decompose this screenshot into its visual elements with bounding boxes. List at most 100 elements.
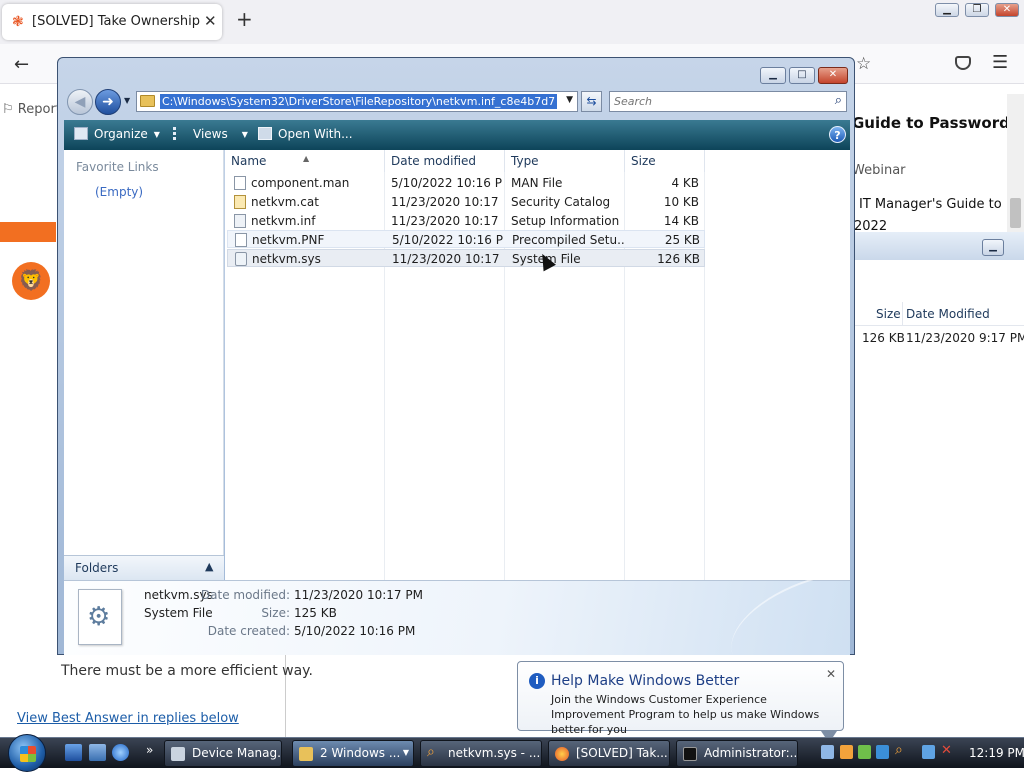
help-icon[interactable]: ? [829, 126, 846, 143]
organize-button[interactable]: Organize ▼ [74, 127, 160, 141]
switch-windows-icon[interactable] [89, 744, 106, 761]
open-with-icon [258, 127, 272, 140]
bookmark-star-icon[interactable]: ☆ [856, 54, 871, 74]
back-button[interactable]: ◀ [67, 89, 93, 115]
search-icon[interactable]: ⌕ [835, 93, 842, 108]
show-desktop-icon[interactable] [65, 744, 82, 761]
notification-balloon[interactable]: i Help Make Windows Better Join the Wind… [517, 661, 844, 743]
internet-explorer-icon[interactable] [112, 744, 129, 761]
details-pane: ⚙ netkvm.sys System File Date modified: … [64, 571, 851, 667]
tray-app-icon[interactable] [876, 745, 889, 759]
browser-tab-title: [SOLVED] Take Ownership & Grant Permissi… [32, 14, 200, 29]
chevron-down-icon: ▼ [241, 130, 248, 139]
maximize-button[interactable]: □ [789, 67, 815, 84]
file-row[interactable]: netkvm.cat 11/23/2020 10:17 ... Security… [227, 193, 705, 211]
file-size: 14 KB [663, 214, 699, 228]
file-type: System File [512, 252, 581, 266]
browser-scrollbar[interactable] [1007, 94, 1024, 234]
background-minimize-button[interactable]: ▁ [982, 239, 1004, 256]
favorite-links-heading: Favorite Links [76, 160, 159, 174]
sidebar-heading[interactable]: Guide to Password [852, 114, 1010, 132]
taskbar-button-windows-explorer[interactable]: 2 Windows ... ▼ [292, 740, 414, 767]
browser-minimize-button[interactable]: ▁ [935, 3, 959, 17]
taskbar-button-label: Device Manag... [192, 746, 282, 760]
balloon-title: Help Make Windows Better [551, 673, 740, 689]
chevron-down-icon: ▼ [153, 130, 160, 139]
bg-col-size[interactable]: Size [876, 307, 901, 321]
new-tab-button[interactable]: + [236, 9, 253, 29]
tray-network-icon[interactable] [821, 745, 834, 759]
quick-launch-chevron-icon[interactable]: » [146, 743, 153, 757]
taskbar-clock[interactable]: 12:19 PM [969, 746, 1024, 760]
tray-search-icon[interactable]: ⌕ [895, 742, 908, 758]
address-path[interactable]: C:\Windows\System32\DriverStore\FileRepo… [160, 94, 558, 109]
background-explorer-window[interactable]: ▁ Size Date Modified 126 KB 11/23/2020 9… [852, 232, 1024, 737]
scrollbar-thumb[interactable] [1010, 198, 1021, 228]
tray-app-icon[interactable] [840, 745, 853, 759]
sidebar-link[interactable]: IT Manager's Guide to [859, 197, 1002, 212]
volume-muted-icon[interactable]: ✕ [941, 743, 954, 758]
file-row[interactable]: component.man 5/10/2022 10:16 PM MAN Fil… [227, 174, 705, 192]
taskbar-button-firefox[interactable]: [SOLVED] Tak... [548, 740, 670, 767]
command-prompt-icon [683, 747, 697, 761]
recent-pages-dropdown-icon[interactable]: ▼ [124, 96, 130, 105]
views-button[interactable]: Views ▼ [173, 127, 248, 141]
details-size-label: Size: [261, 606, 290, 620]
refresh-button[interactable]: ⇆ [581, 91, 602, 112]
taskbar-button-search[interactable]: ⌕ netkvm.sys - ... [420, 740, 542, 767]
forward-button[interactable]: ➜ [95, 89, 121, 115]
file-type: Setup Information [511, 214, 620, 228]
file-date: 5/10/2022 10:16 PM [391, 176, 503, 190]
taskbar-button-command-prompt[interactable]: Administrator:... [676, 740, 798, 767]
bg-row-size: 126 KB [862, 331, 905, 345]
search-input[interactable] [610, 92, 820, 111]
browser-close-button[interactable]: ✕ [995, 3, 1019, 17]
navigation-pane: Favorite Links (Empty) [64, 150, 224, 580]
minimize-button[interactable]: ▁ [760, 67, 786, 84]
open-with-button[interactable]: Open With... [258, 127, 353, 141]
hamburger-menu-icon[interactable]: ☰ [992, 52, 1008, 73]
view-best-answer-link[interactable]: View Best Answer in replies below [17, 711, 239, 726]
balloon-close-icon[interactable]: ✕ [826, 667, 836, 681]
close-tab-icon[interactable]: ✕ [204, 12, 217, 30]
tray-app-icon[interactable] [858, 745, 871, 759]
windows-logo-icon [20, 746, 36, 762]
file-row-selected[interactable]: netkvm.sys 11/23/2020 10:17 ... System F… [227, 249, 705, 267]
search-box[interactable]: ⌕ [609, 91, 847, 112]
column-header-type[interactable]: Type [505, 150, 625, 172]
open-with-label: Open With... [278, 127, 353, 141]
file-row[interactable]: netkvm.PNF 5/10/2022 10:16 PM Precompile… [227, 230, 705, 248]
tray-network-icon[interactable] [922, 745, 935, 759]
taskbar-button-device-manager[interactable]: Device Manag... [164, 740, 282, 767]
firefox-icon [555, 747, 569, 761]
file-row[interactable]: netkvm.inf 11/23/2020 10:17 ... Setup In… [227, 212, 705, 230]
column-header-date-modified[interactable]: Date modified [385, 150, 505, 172]
bg-col-date-modified[interactable]: Date Modified [906, 307, 990, 321]
taskbar-button-label: netkvm.sys - ... [448, 746, 541, 760]
search-icon: ⌕ [427, 744, 435, 760]
browser-tab[interactable]: ❃ [SOLVED] Take Ownership & Grant Permis… [2, 4, 222, 40]
column-header-name[interactable]: ▲ Name [225, 150, 385, 172]
browser-restore-button[interactable]: ❐ [965, 3, 989, 17]
folders-toggle[interactable]: Folders ▲ [64, 555, 224, 580]
file-size: 126 KB [657, 252, 700, 266]
system-file-large-icon: ⚙ [78, 589, 122, 645]
file-date: 11/23/2020 10:17 ... [391, 195, 503, 209]
favorite-links-empty: (Empty) [95, 185, 144, 199]
pocket-icon[interactable] [955, 56, 971, 70]
details-date-created: 5/10/2022 10:16 PM [294, 624, 416, 638]
browser-back-button[interactable]: ← [14, 54, 29, 75]
file-date: 11/23/2020 10:17 ... [391, 214, 503, 228]
details-size: 125 KB [294, 606, 337, 620]
file-list[interactable]: ▲ Name Date modified Type Size component… [225, 150, 850, 580]
pnf-icon [235, 233, 247, 247]
file-size: 10 KB [663, 195, 699, 209]
start-button[interactable] [8, 734, 46, 772]
close-window-button[interactable]: ✕ [818, 67, 848, 84]
file-type: Precompiled Setu... [512, 233, 624, 247]
report-link[interactable]: ⚐ Report [2, 102, 61, 117]
address-dropdown-icon[interactable]: ▼ [566, 95, 573, 105]
address-bar[interactable]: C:\Windows\System32\DriverStore\FileRepo… [136, 91, 578, 112]
bg-row-date: 11/23/2020 9:17 PM [906, 331, 1024, 345]
column-header-size[interactable]: Size [625, 150, 705, 172]
